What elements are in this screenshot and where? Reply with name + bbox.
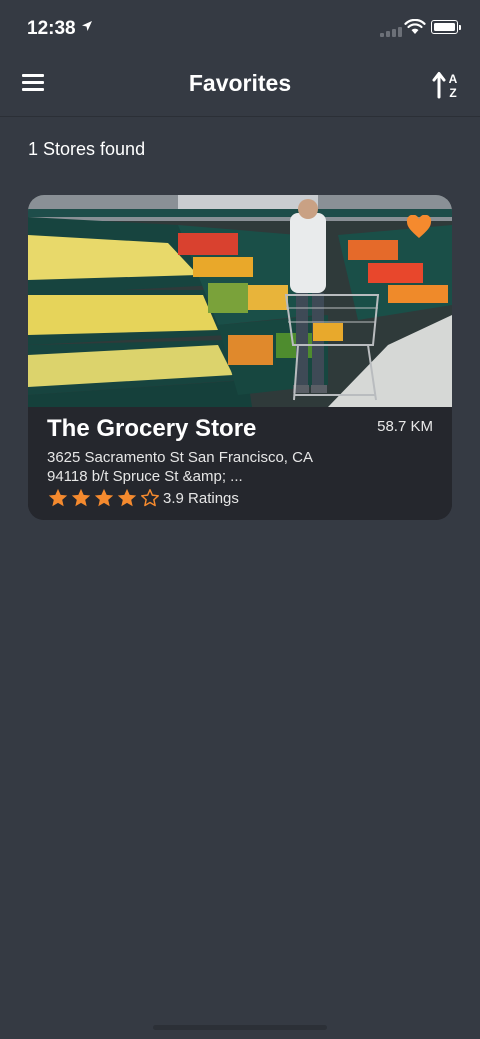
sort-alpha-icon[interactable]: A Z: [432, 70, 462, 100]
store-image: [28, 195, 452, 407]
results-count: 1 Stores found: [28, 139, 146, 159]
status-bar: 12:38: [0, 0, 480, 58]
status-time: 12:38: [27, 18, 76, 39]
wifi-icon: [404, 19, 426, 34]
page-title: Favorites: [188, 70, 292, 96]
store-rating: 3.9 Ratings: [47, 487, 239, 509]
rating-label: 3.9 Ratings: [163, 489, 239, 507]
store-info: The Grocery Store 58.7 KM 3625 Sacrament…: [28, 407, 452, 520]
star-filled-icon: [94, 488, 114, 507]
svg-text:A: A: [449, 72, 458, 86]
store-distance: 58.7 KM: [377, 418, 433, 435]
star-filled-icon: [71, 488, 91, 507]
star-outline-icon: [141, 489, 159, 507]
star-filled-icon: [48, 488, 68, 507]
cellular-signal-icon: [380, 27, 402, 37]
store-card[interactable]: The Grocery Store 58.7 KM 3625 Sacrament…: [28, 195, 452, 520]
battery-icon: [431, 20, 458, 34]
heart-icon[interactable]: [406, 215, 432, 239]
store-address: 3625 Sacramento St San Francisco, CA 941…: [47, 449, 313, 485]
svg-text:Z: Z: [449, 86, 456, 100]
location-arrow-icon: [82, 21, 92, 31]
battery-tip: [459, 25, 461, 30]
star-filled-icon: [117, 488, 137, 507]
store-name: The Grocery Store: [47, 415, 257, 442]
home-indicator: [153, 1025, 327, 1030]
app-header: Favorites A Z: [0, 58, 480, 117]
